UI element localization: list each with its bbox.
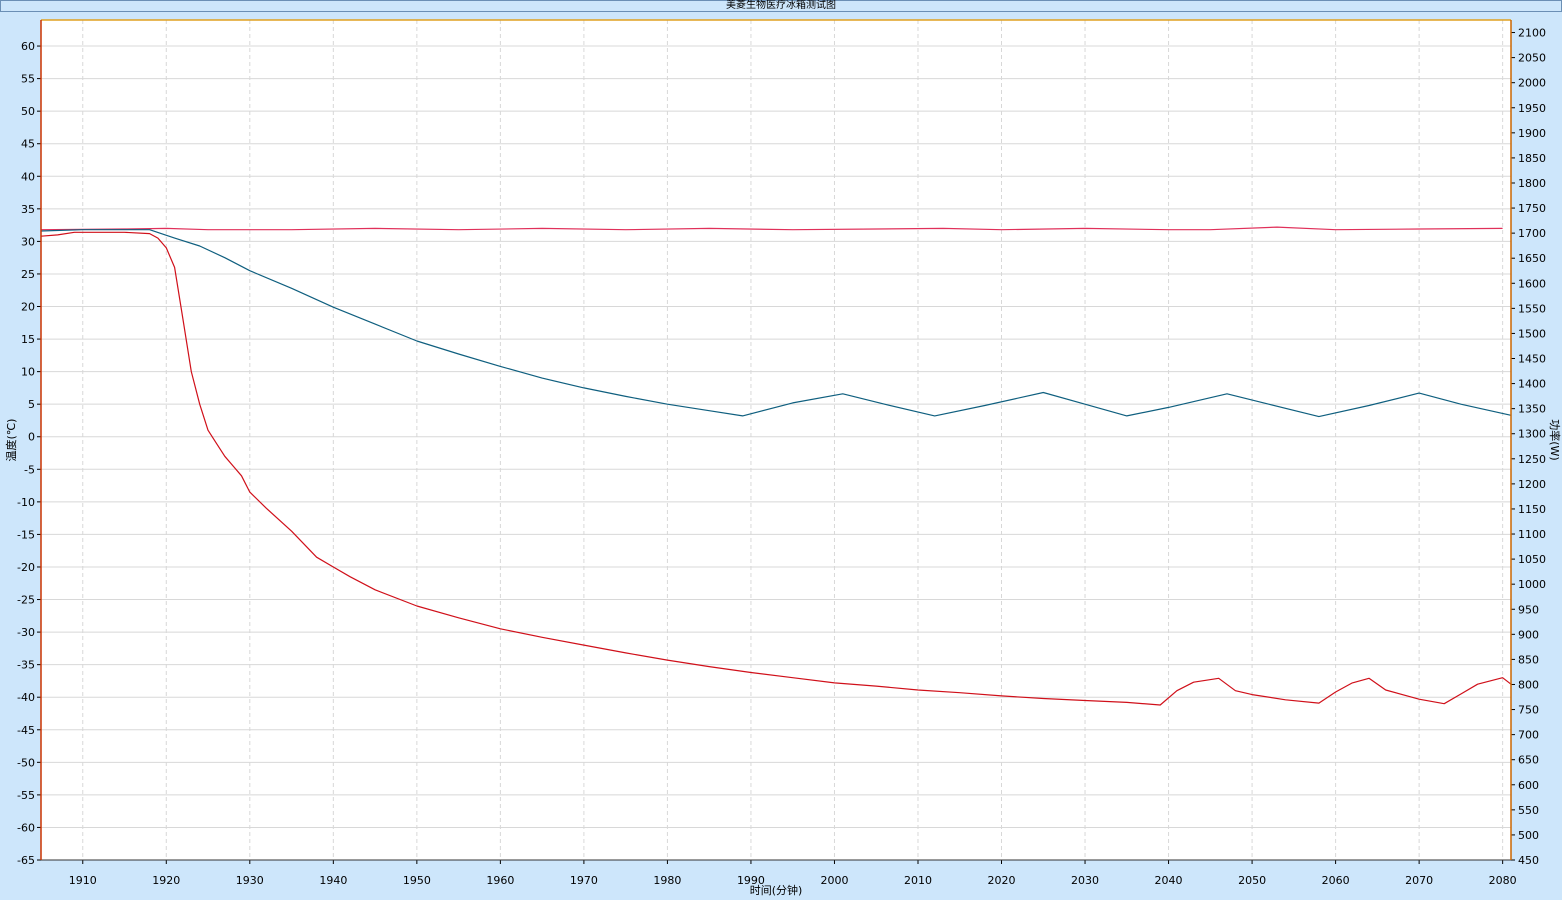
y-tick-label: 50 [21, 105, 35, 118]
y2-tick-label: 900 [1518, 628, 1539, 641]
y-tick-label: 0 [28, 431, 35, 444]
y-tick-label: -30 [17, 626, 35, 639]
x-tick-label: 2060 [1322, 874, 1350, 887]
y-tick-label: 10 [21, 366, 35, 379]
x-tick-label: 1940 [319, 874, 347, 887]
y-tick-label: 20 [21, 301, 35, 314]
y2-tick-label: 2100 [1518, 27, 1546, 40]
y-tick-label: 30 [21, 235, 35, 248]
x-tick-label: 1910 [69, 874, 97, 887]
x-tick-label: 2010 [904, 874, 932, 887]
y2-tick-label: 750 [1518, 704, 1539, 717]
y2-tick-label: 1850 [1518, 152, 1546, 165]
y2-tick-label: 500 [1518, 829, 1539, 842]
plot-area [41, 20, 1511, 860]
y-tick-label: -10 [17, 496, 35, 509]
x-tick-label: 1980 [653, 874, 681, 887]
y-axis-label: 温度(℃) [4, 419, 18, 462]
y-tick-label: 45 [21, 138, 35, 151]
temperature-power-chart: 1910 1920 1930 1940 1950 1960 1970 1980 1990 2000… [4, 19, 1562, 897]
y2-axis-label: 功率(W) [1548, 419, 1562, 460]
y2-tick-label: 2050 [1518, 52, 1546, 65]
y-tick-label: -65 [17, 854, 35, 867]
x-tick-label: 1950 [403, 874, 431, 887]
x-tick-label: 2020 [988, 874, 1016, 887]
x-tick-label: 2040 [1155, 874, 1183, 887]
x-axis-label: 时间(分钟) [750, 883, 803, 897]
y2-tick-label: 1600 [1518, 277, 1546, 290]
y2-tick-label: 550 [1518, 804, 1539, 817]
y2-tick-label: 1950 [1518, 102, 1546, 115]
y2-tick-label: 1650 [1518, 252, 1546, 265]
y-tick-label: -45 [17, 724, 35, 737]
y-tick-label: -5 [24, 463, 35, 476]
x-tick-label: 2080 [1489, 874, 1517, 887]
y2-tick-label: 1200 [1518, 478, 1546, 491]
x-tick-label: 2030 [1071, 874, 1099, 887]
y-tick-label: -50 [17, 756, 35, 769]
y-tick-label: 40 [21, 170, 35, 183]
y2-tick-label: 1000 [1518, 578, 1546, 591]
y2-tick-label: 1350 [1518, 403, 1546, 416]
x-tick-label: 2050 [1238, 874, 1266, 887]
x-tick-label: 1960 [486, 874, 514, 887]
y-tick-label: -20 [17, 561, 35, 574]
y2-tick-label: 1050 [1518, 553, 1546, 566]
y2-tick-label: 1450 [1518, 353, 1546, 366]
y2-tick-label: 1250 [1518, 453, 1546, 466]
y2-tick-label: 1900 [1518, 127, 1546, 140]
y-tick-label: 25 [21, 268, 35, 281]
x-tick-label: 1970 [570, 874, 598, 887]
y2-tick-label: 1500 [1518, 327, 1546, 340]
y-tick-label: -15 [17, 528, 35, 541]
y-tick-label: -25 [17, 594, 35, 607]
y2-tick-label: 2000 [1518, 77, 1546, 90]
y-tick-label: -40 [17, 691, 35, 704]
x-tick-label: 2000 [820, 874, 848, 887]
y2-tick-label: 1400 [1518, 378, 1546, 391]
y2-tick-label: 450 [1518, 854, 1539, 867]
y2-tick-label: 800 [1518, 678, 1539, 691]
y2-tick-label: 700 [1518, 729, 1539, 742]
y2-tick-label: 1300 [1518, 428, 1546, 441]
x-tick-label: 1930 [236, 874, 264, 887]
y-tick-label: -60 [17, 821, 35, 834]
y2-tick-label: 1150 [1518, 503, 1546, 516]
y2-tick-label: 1700 [1518, 227, 1546, 240]
y-tick-label: 55 [21, 73, 35, 86]
y-tick-label: 35 [21, 203, 35, 216]
y2-tick-label: 650 [1518, 754, 1539, 767]
y2-tick-label: 600 [1518, 779, 1539, 792]
y2-tick-label: 1750 [1518, 202, 1546, 215]
y-tick-label: -35 [17, 659, 35, 672]
y2-tick-label: 850 [1518, 653, 1539, 666]
x-tick-label: 1920 [152, 874, 180, 887]
y2-tick-label: 1550 [1518, 302, 1546, 315]
y-tick-label: 60 [21, 40, 35, 53]
x-tick-label: 2070 [1405, 874, 1433, 887]
y-tick-label: 15 [21, 333, 35, 346]
y2-tick-label: 1800 [1518, 177, 1546, 190]
y2-tick-label: 1100 [1518, 528, 1546, 541]
y-tick-label: 5 [28, 398, 35, 411]
y-tick-label: -55 [17, 789, 35, 802]
y2-tick-label: 950 [1518, 603, 1539, 616]
